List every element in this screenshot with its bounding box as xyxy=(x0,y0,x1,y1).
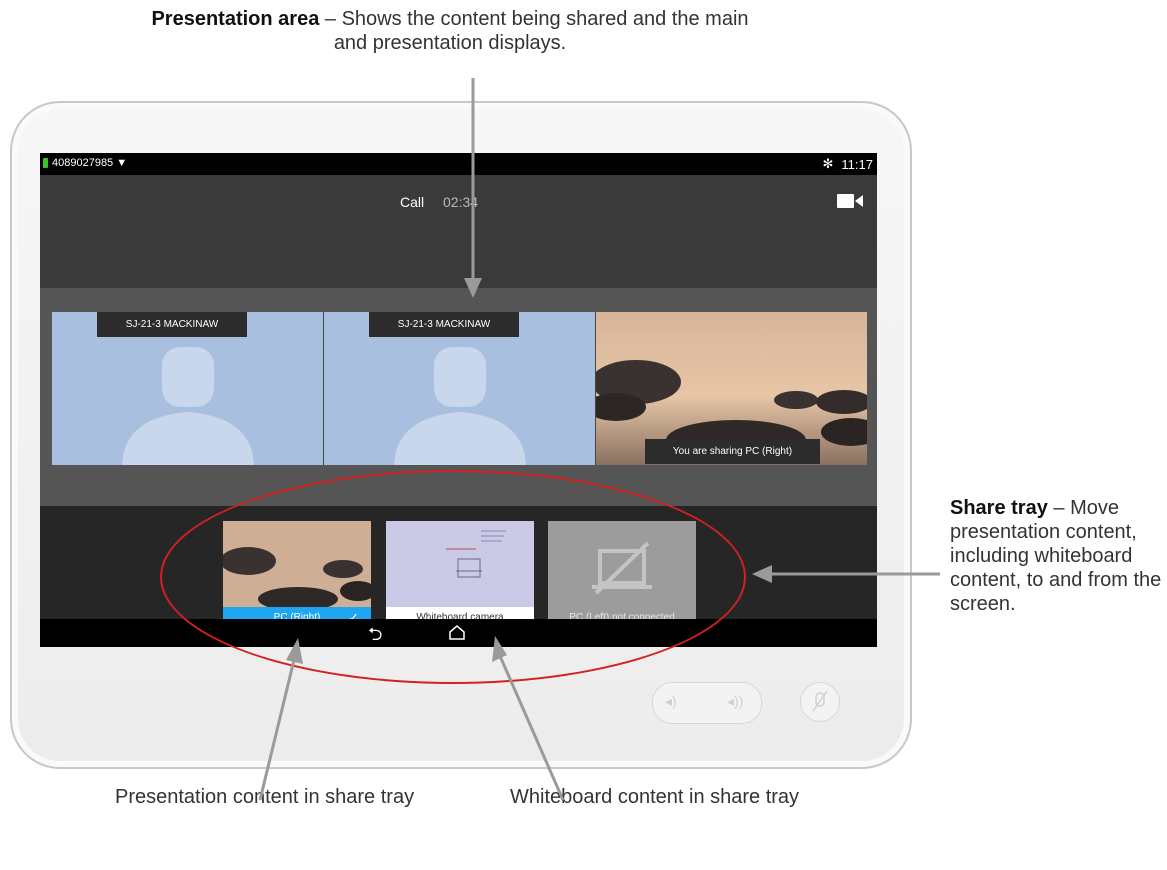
annotation-arrows xyxy=(258,78,940,801)
